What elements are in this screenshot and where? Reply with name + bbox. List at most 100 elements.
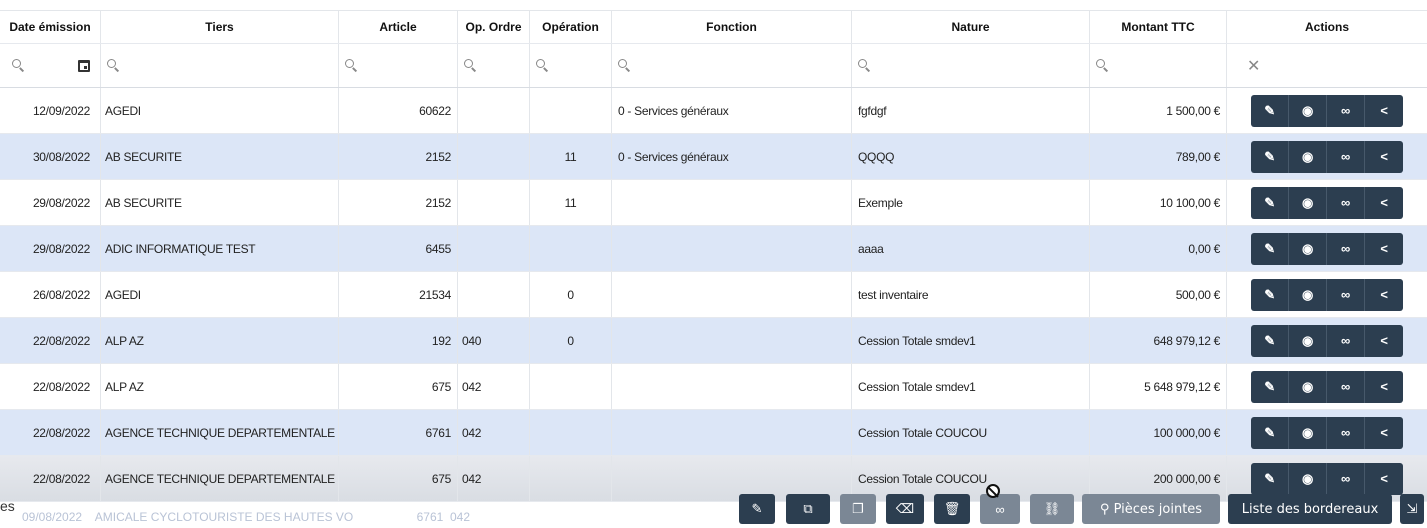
cell-article: 6455 [339, 226, 458, 271]
link-row-button[interactable]: ∞ [1327, 186, 1365, 219]
table-row[interactable]: 26/08/2022 AGEDI 21534 0 test inventaire 500,… [0, 272, 1427, 318]
cell-fonction [612, 364, 852, 409]
link-row-button[interactable]: ∞ [1327, 232, 1365, 265]
table-row[interactable]: 12/09/2022 AGEDI 60622 0 - Services générau… [0, 88, 1427, 134]
export-button[interactable]: ⇲ [1400, 494, 1424, 524]
eye-row-button[interactable]: ◉ [1289, 416, 1327, 449]
link-button[interactable]: ∞ [980, 494, 1020, 524]
cell-article: 675 [339, 364, 458, 409]
filter-date[interactable] [0, 44, 101, 87]
pieces-jointes-button[interactable]: ⚲ Pièces jointes [1082, 494, 1220, 524]
cell-op-ordre [458, 272, 530, 317]
edit-row-button[interactable]: ✎ [1251, 186, 1289, 219]
cell-article: 2152 [339, 134, 458, 179]
eye-row-button[interactable]: ◉ [1289, 462, 1327, 495]
cell-op-ordre: 042 [458, 364, 530, 409]
cell-operation [530, 410, 612, 455]
link-row-button[interactable]: ∞ [1327, 94, 1365, 127]
cell-date: 22/08/2022 [0, 364, 101, 409]
edit-icon: ✎ [1264, 424, 1275, 440]
edit-row-button[interactable]: ✎ [1251, 232, 1289, 265]
share-row-button[interactable]: < [1365, 186, 1403, 219]
cell-fonction [612, 180, 852, 225]
edit-button[interactable]: ✎ [739, 494, 775, 524]
link-row-button[interactable]: ∞ [1327, 278, 1365, 311]
filter-article[interactable] [339, 44, 458, 87]
share-row-button[interactable]: < [1365, 278, 1403, 311]
unlink-button[interactable]: ⛓ [1030, 494, 1074, 524]
eye-row-button[interactable]: ◉ [1289, 94, 1327, 127]
table-row[interactable]: 30/08/2022 AB SECURITE 2152 11 0 - Services … [0, 134, 1427, 180]
filter-tiers[interactable] [101, 44, 339, 87]
col-header-fonction[interactable]: Fonction [612, 11, 852, 43]
duplicate-button[interactable]: ❐ [840, 494, 876, 524]
col-header-operation[interactable]: Opération [530, 11, 612, 43]
link-row-button[interactable]: ∞ [1327, 416, 1365, 449]
cell-fonction [612, 318, 852, 363]
col-header-date[interactable]: Date émission [0, 11, 101, 43]
eye-row-button[interactable]: ◉ [1289, 324, 1327, 357]
eye-row-button[interactable]: ◉ [1289, 278, 1327, 311]
cell-montant: 5 648 979,12 € [1090, 364, 1227, 409]
close-icon[interactable]: ✕ [1233, 56, 1260, 76]
share-row-button[interactable]: < [1365, 416, 1403, 449]
table-row[interactable]: 22/08/2022 ALP AZ 675 042 Cession Totale smd… [0, 364, 1427, 410]
col-header-tiers[interactable]: Tiers [101, 11, 339, 43]
cell-actions: ✎ ◉ ∞ < [1227, 134, 1427, 179]
link-row-button[interactable]: ∞ [1327, 324, 1365, 357]
share-row-button[interactable]: < [1365, 324, 1403, 357]
link-row-button[interactable]: ∞ [1327, 370, 1365, 403]
search-icon [618, 59, 631, 72]
edit-row-button[interactable]: ✎ [1251, 140, 1289, 173]
edit-row-button[interactable]: ✎ [1251, 278, 1289, 311]
col-header-montant[interactable]: Montant TTC [1090, 11, 1227, 43]
link-icon: ∞ [1341, 195, 1350, 210]
row-action-group: ✎ ◉ ∞ < [1251, 370, 1403, 403]
edit-row-button[interactable]: ✎ [1251, 324, 1289, 357]
cell-op-ordre [458, 180, 530, 225]
filter-op-ordre[interactable] [458, 44, 530, 87]
eye-icon: ◉ [1301, 378, 1314, 394]
filter-operation[interactable] [530, 44, 612, 87]
erase-button[interactable]: ⌫ [886, 494, 924, 524]
liste-bordereaux-button[interactable]: Liste des bordereaux [1228, 494, 1392, 524]
eye-row-button[interactable]: ◉ [1289, 370, 1327, 403]
col-header-article[interactable]: Article [339, 11, 458, 43]
cell-date: 22/08/2022 [0, 410, 101, 455]
edit-row-button[interactable]: ✎ [1251, 94, 1289, 127]
eye-row-button[interactable]: ◉ [1289, 232, 1327, 265]
link-icon: ∞ [1341, 333, 1350, 348]
link-icon: ∞ [1341, 149, 1350, 164]
share-row-button[interactable]: < [1365, 462, 1403, 495]
cell-operation: 0 [530, 272, 612, 317]
share-row-button[interactable]: < [1365, 370, 1403, 403]
search-icon [345, 59, 358, 72]
cell-actions: ✎ ◉ ∞ < [1227, 272, 1427, 317]
filter-montant[interactable] [1090, 44, 1227, 87]
table-row[interactable]: 22/08/2022 AGENCE TECHNIQUE DEPARTEMENTAL… [0, 410, 1427, 456]
share-row-button[interactable]: < [1365, 140, 1403, 173]
filter-nature[interactable] [852, 44, 1090, 87]
cell-operation: 0 [530, 318, 612, 363]
eye-icon: ◉ [1301, 332, 1314, 348]
edit-icon: ✎ [1264, 148, 1275, 164]
filter-fonction[interactable] [612, 44, 852, 87]
table-row[interactable]: 29/08/2022 ADIC INFORMATIQUE TEST 6455 aaaa… [0, 226, 1427, 272]
edit-row-button[interactable]: ✎ [1251, 462, 1289, 495]
table-row[interactable]: 29/08/2022 AB SECURITE 2152 11 Exemple 10 100… [0, 180, 1427, 226]
hidden-row-peek: 09/08/2022 AMICALE CYCLOTOURISTE DES HAU… [22, 510, 471, 524]
col-header-nature[interactable]: Nature [852, 11, 1090, 43]
copy-button[interactable]: ⧉ [786, 494, 830, 524]
eye-row-button[interactable]: ◉ [1289, 186, 1327, 219]
delete-button[interactable]: 🗑 [934, 494, 970, 524]
share-row-button[interactable]: < [1365, 94, 1403, 127]
calendar-icon[interactable] [78, 59, 90, 72]
edit-row-button[interactable]: ✎ [1251, 416, 1289, 449]
edit-row-button[interactable]: ✎ [1251, 370, 1289, 403]
table-row[interactable]: 22/08/2022 ALP AZ 192 040 0 Cession Totale sm… [0, 318, 1427, 364]
col-header-op-ordre[interactable]: Op. Ordre [458, 11, 530, 43]
share-row-button[interactable]: < [1365, 232, 1403, 265]
link-row-button[interactable]: ∞ [1327, 140, 1365, 173]
eye-row-button[interactable]: ◉ [1289, 140, 1327, 173]
link-row-button[interactable]: ∞ [1327, 462, 1365, 495]
